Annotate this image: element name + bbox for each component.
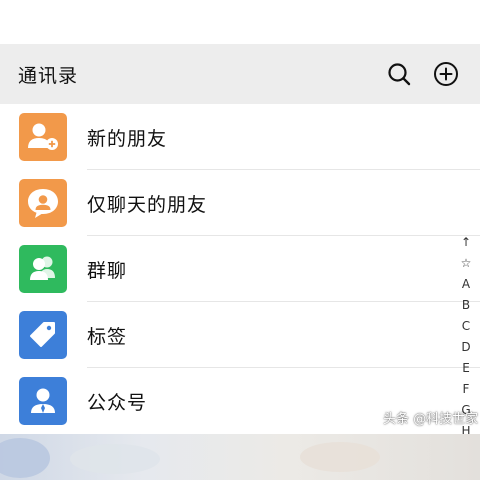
index-letter-e[interactable]: E [452,358,480,379]
contacts-screen: 通讯录 新的朋友 仅聊天的朋友 群聊 标签 公众号 ↑ ☆ A B C D E … [0,0,480,480]
list-item-label: 标签 [87,326,128,348]
header: 通讯录 [0,44,480,104]
contacts-function-list: 新的朋友 仅聊天的朋友 群聊 标签 公众号 [0,104,480,434]
list-item-tags[interactable]: 标签 [0,302,480,368]
official-account-icon [19,377,67,425]
list-item-label: 仅聊天的朋友 [87,194,208,216]
blurred-bottom-area [0,434,480,480]
list-item-chat-only-friends[interactable]: 仅聊天的朋友 [0,170,480,236]
tag-icon [19,311,67,359]
index-letter-a[interactable]: A [452,274,480,295]
page-title: 通讯录 [18,65,79,87]
new-friend-icon [19,113,67,161]
index-letter-b[interactable]: B [452,295,480,316]
list-item-label: 公众号 [87,392,148,414]
list-item-group-chats[interactable]: 群聊 [0,236,480,302]
status-bar-area [0,0,480,44]
chat-only-friend-icon [19,179,67,227]
list-item-label: 群聊 [87,260,128,282]
index-letter-c[interactable]: C [452,316,480,337]
index-letter-f[interactable]: F [452,379,480,400]
add-circle-icon[interactable] [433,61,459,87]
index-letter-star[interactable]: ☆ [452,253,480,274]
search-icon[interactable] [386,61,412,87]
group-chat-icon [19,245,67,293]
watermark: 头条 @科技世家 [383,412,479,427]
list-item-new-friends[interactable]: 新的朋友 [0,104,480,170]
index-letter-top[interactable]: ↑ [452,232,480,253]
list-item-label: 新的朋友 [87,128,168,150]
index-letter-d[interactable]: D [452,337,480,358]
